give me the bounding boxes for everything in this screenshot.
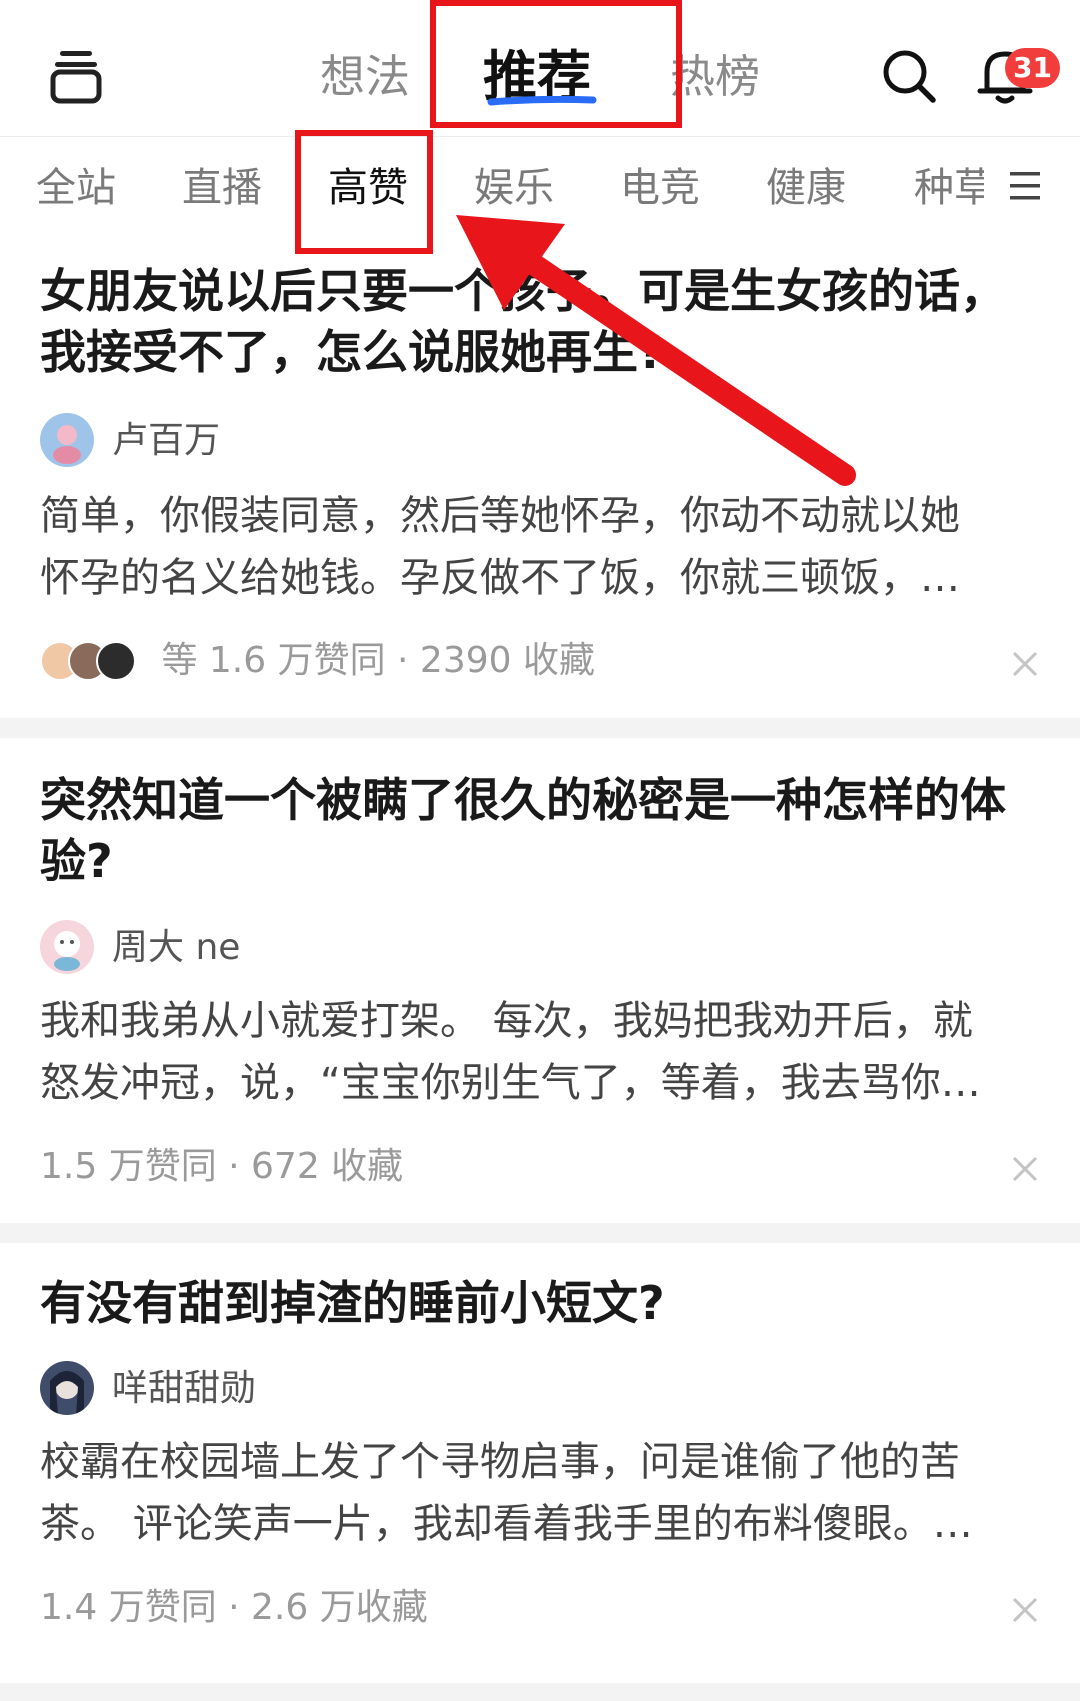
voter-avatars: [40, 641, 140, 683]
highlight-box-recommend-tab: [430, 0, 682, 128]
vote-collect-count: 等 1.6 万赞同 · 2390 收藏: [161, 640, 595, 681]
category-recommendations[interactable]: 种草: [914, 163, 984, 213]
excerpt-line: 怀孕的名义给她钱。孕反做不了饭，你就三顿饭，…: [40, 555, 960, 601]
answer-meta: 1.5 万赞同 · 672 收藏: [40, 1142, 403, 1192]
question-title[interactable]: 突然知道一个被瞒了很久的秘密是一种怎样的体验?: [40, 770, 1040, 892]
category-all[interactable]: 全站: [36, 163, 116, 213]
category-entertainment[interactable]: 娱乐: [474, 163, 554, 213]
avatar: [40, 413, 94, 467]
author-name: 周大 ne: [112, 927, 241, 968]
question-title[interactable]: 有没有甜到掉渣的睡前小短文?: [40, 1273, 1040, 1334]
feed-card[interactable]: 有没有甜到掉渣的睡前小短文? 咩甜甜勋 校霸在校园墙上发了个寻物启事，问是谁偷了…: [0, 1243, 1080, 1683]
author-name: 卢百万: [112, 420, 221, 461]
category-menu-icon[interactable]: [1010, 170, 1040, 202]
avatar: [40, 920, 94, 974]
excerpt-line: 简单，你假装同意，然后等她怀孕，你动不动就以她: [40, 493, 960, 539]
vote-collect-count: 1.5 万赞同 · 672 收藏: [40, 1146, 404, 1187]
notification-badge: 31: [1005, 48, 1060, 88]
feed-divider: [0, 1683, 1080, 1701]
category-live[interactable]: 直播: [182, 163, 262, 213]
category-health[interactable]: 健康: [766, 163, 846, 213]
answer-excerpt[interactable]: 简单，你假装同意，然后等她怀孕，你动不动就以她 怀孕的名义给她钱。孕反做不了饭，…: [40, 485, 1040, 609]
tab-hot-list[interactable]: 热榜: [670, 42, 760, 112]
menu-icon[interactable]: [50, 48, 102, 104]
answer-excerpt[interactable]: 我和我弟从小就爱打架。 每次，我妈把我劝开后，就 怒发冲冠，说，“宝宝你别生气了…: [40, 990, 1040, 1114]
close-icon[interactable]: [1010, 1595, 1040, 1625]
feed-card[interactable]: 女朋友说以后只要一个孩子。可是生女孩的话，我接受不了，怎么说服她再生? 卢百万 …: [0, 237, 1080, 717]
excerpt-line: 茶。 评论笑声一片，我却看着我手里的布料傻眼。…: [40, 1501, 973, 1547]
feed-divider: [0, 718, 1080, 738]
answer-excerpt[interactable]: 校霸在校园墙上发了个寻物启事，问是谁偷了他的苦 茶。 评论笑声一片，我却看着我手…: [40, 1431, 1040, 1555]
close-icon[interactable]: [1010, 1154, 1040, 1184]
feed-divider: [0, 1223, 1080, 1243]
author-name: 咩甜甜勋: [112, 1368, 257, 1409]
answer-meta: 等 1.6 万赞同 · 2390 收藏: [40, 636, 595, 686]
question-title[interactable]: 女朋友说以后只要一个孩子。可是生女孩的话，我接受不了，怎么说服她再生?: [40, 261, 1040, 383]
excerpt-line: 校霸在校园墙上发了个寻物启事，问是谁偷了他的苦: [40, 1439, 960, 1485]
highlight-box-top-voted: [295, 130, 433, 254]
category-overflow: 种草: [914, 163, 984, 213]
avatar: [40, 1361, 94, 1415]
search-icon[interactable]: [880, 47, 938, 105]
vote-collect-count: 1.4 万赞同 · 2.6 万收藏: [40, 1587, 428, 1628]
tab-ideas[interactable]: 想法: [320, 42, 410, 112]
excerpt-line: 我和我弟从小就爱打架。 每次，我妈把我劝开后，就: [40, 998, 973, 1044]
category-bar: 全站 直播 高赞 娱乐 电竞 健康 种草: [0, 137, 1080, 237]
feed-card[interactable]: 突然知道一个被瞒了很久的秘密是一种怎样的体验? 周大 ne 我和我弟从小就爱打架…: [0, 738, 1080, 1223]
category-esports[interactable]: 电竞: [620, 163, 700, 213]
answer-meta: 1.4 万赞同 · 2.6 万收藏: [40, 1583, 428, 1633]
excerpt-line: 怒发冲冠，说，“宝宝你别生气了，等着，我去骂你…: [40, 1060, 981, 1106]
close-icon[interactable]: [1010, 649, 1040, 679]
